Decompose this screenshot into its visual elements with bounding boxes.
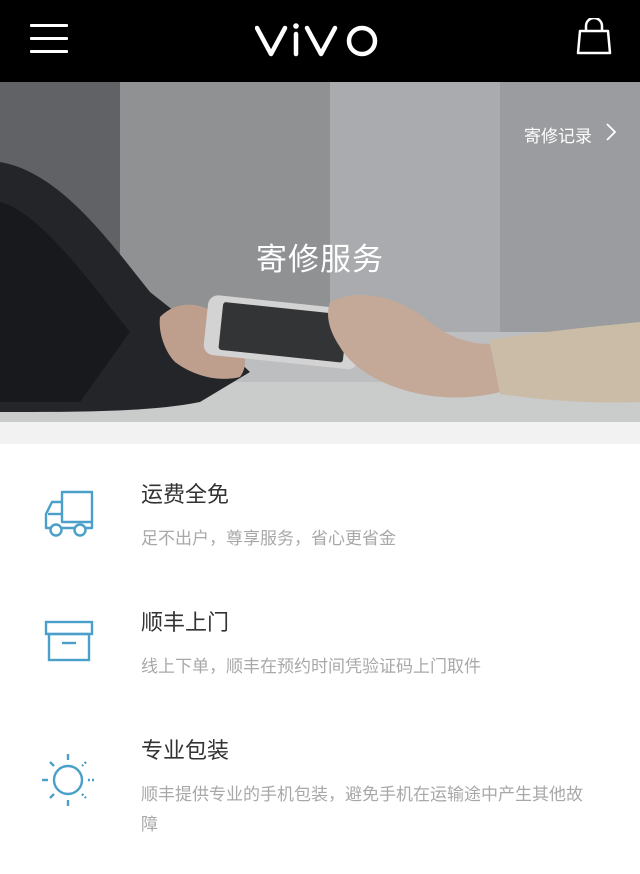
feature-description: 顺丰提供专业的手机包装，避免手机在运输途中产生其他故障 xyxy=(141,785,583,835)
feature-title: 运费全免 xyxy=(141,483,230,508)
repair-records-label: 寄修记录 xyxy=(524,127,592,147)
truck-icon xyxy=(40,486,100,546)
vivo-logo[interactable] xyxy=(255,22,385,60)
feature-description: 线上下单，顺丰在预约时间凭验证码上门取件 xyxy=(141,657,481,677)
feature-description: 足不出户，尊享服务，省心更省金 xyxy=(141,529,396,549)
repair-records-link[interactable]: 寄修记录 xyxy=(524,122,617,147)
box-icon xyxy=(40,616,100,676)
menu-icon[interactable] xyxy=(30,24,68,54)
section-divider xyxy=(0,422,640,444)
feature-free-shipping: 运费全免 足不出户，尊享服务，省心更省金 xyxy=(0,444,640,572)
feature-title: 顺丰上门 xyxy=(141,611,230,636)
shopping-bag-icon[interactable] xyxy=(576,16,612,56)
hero-banner: 寄修记录 寄修服务 xyxy=(0,82,640,422)
feature-sf-pickup: 顺丰上门 线上下单，顺丰在预约时间凭验证码上门取件 xyxy=(0,572,640,700)
feature-title: 专业包装 xyxy=(141,739,230,764)
chevron-right-icon xyxy=(606,123,617,146)
feature-packaging: 专业包装 顺丰提供专业的手机包装，避免手机在运输途中产生其他故障 xyxy=(0,700,640,874)
top-navigation-bar xyxy=(0,0,640,82)
page-title: 寄修服务 xyxy=(256,242,384,278)
sun-icon xyxy=(40,750,100,810)
